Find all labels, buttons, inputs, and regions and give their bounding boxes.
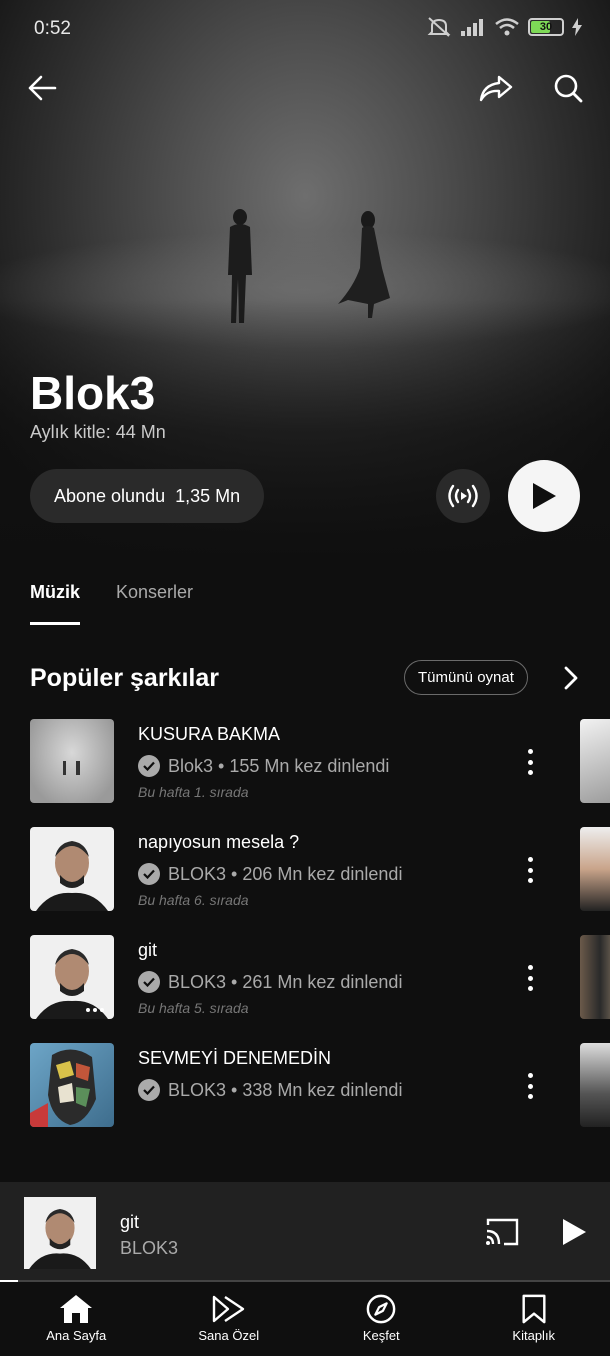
tab-music[interactable]: Müzik: [30, 582, 81, 625]
verified-icon: [138, 863, 160, 885]
bottom-navigation: Ana Sayfa Sana Özel Keşfet Kitaplık: [0, 1282, 610, 1356]
mute-icon: [427, 17, 451, 37]
track-row[interactable]: napıyosun mesela ? BLOK3 • 206 Mn kez di…: [30, 827, 610, 913]
track-thumbnail: [30, 827, 114, 911]
cast-icon: [486, 1218, 519, 1246]
track-thumbnail: [30, 719, 114, 803]
share-icon: [479, 75, 513, 102]
subscriber-count: 1,35 Mn: [175, 485, 241, 506]
nav-samples[interactable]: Sana Özel: [153, 1282, 306, 1356]
track-stats: BLOK3 • 338 Mn kez dinlendi: [168, 1079, 403, 1100]
nav-home[interactable]: Ana Sayfa: [0, 1282, 153, 1356]
play-all-button[interactable]: Tümünü oynat: [404, 660, 528, 695]
tab-concerts[interactable]: Konserler: [116, 582, 193, 625]
more-options-button[interactable]: [520, 749, 540, 775]
track-title: SEVMEYİ DENEMEDİN: [138, 1048, 332, 1068]
track-meta: BLOK3 • 206 Mn kez dinlendi: [138, 863, 402, 885]
status-bar: 0:52 30: [0, 0, 610, 60]
charging-icon: [572, 18, 582, 36]
nav-label: Ana Sayfa: [46, 1328, 107, 1343]
portrait-art: [36, 841, 108, 911]
track-thumbnail: [30, 1043, 114, 1127]
verified-icon: [138, 1079, 160, 1101]
fog-layer: [0, 230, 610, 350]
cast-button[interactable]: [480, 1210, 524, 1254]
play-icon: [533, 483, 556, 509]
track-rank: Bu hafta 1. sırada: [138, 784, 249, 800]
search-icon: [554, 74, 583, 103]
back-button[interactable]: [20, 66, 64, 110]
subscribe-button[interactable]: Abone olundu 1,35 Mn: [30, 469, 265, 523]
track-row[interactable]: KUSURA BAKMA Blok3 • 155 Mn kez dinlendi…: [30, 719, 610, 805]
arrow-left-icon: [28, 75, 57, 101]
artist-name: Blok3: [30, 367, 156, 419]
compass-icon: [366, 1294, 396, 1324]
nav-explore[interactable]: Keşfet: [305, 1282, 458, 1356]
verified-icon: [138, 755, 160, 777]
track-rank: Bu hafta 6. sırada: [138, 892, 249, 908]
adjacent-card-thumbnail[interactable]: [580, 827, 610, 911]
signal-icon: [461, 19, 483, 36]
track-stats: BLOK3 • 206 Mn kez dinlendi: [168, 863, 403, 884]
track-title: KUSURA BAKMA: [138, 724, 281, 744]
track-title: git: [138, 940, 158, 960]
nav-label: Keşfet: [362, 1328, 400, 1343]
battery-icon: 30: [528, 18, 564, 36]
now-playing-thumbnail: [24, 1197, 96, 1269]
track-rank: Bu hafta 5. sırada: [138, 1000, 249, 1016]
samples-icon: [212, 1295, 244, 1323]
more-options-button[interactable]: [520, 1073, 540, 1099]
verified-icon: [138, 971, 160, 993]
abstract-face-art: [30, 1049, 96, 1127]
play-artist-button[interactable]: [508, 460, 580, 532]
mini-play-button[interactable]: [552, 1210, 596, 1254]
figure-woman: [338, 211, 390, 318]
monthly-listeners: Aylık kitle: 44 Mn: [30, 422, 166, 442]
status-icons: 30: [426, 16, 582, 38]
play-icon: [563, 1219, 586, 1245]
more-options-button[interactable]: [520, 857, 540, 883]
track-thumbnail: [30, 935, 114, 1019]
section-title: Popüler şarkılar: [30, 664, 219, 692]
bookmark-icon: [522, 1294, 546, 1324]
portrait-art: [36, 949, 108, 1019]
wifi-icon: [495, 18, 519, 36]
subscribe-label: Abone olundu: [54, 485, 166, 506]
portrait-art: [24, 1197, 96, 1269]
adjacent-card-thumbnail[interactable]: [580, 935, 610, 1019]
track-meta: Blok3 • 155 Mn kez dinlendi: [138, 755, 389, 777]
mini-player[interactable]: git BLOK3: [0, 1182, 610, 1282]
track-stats: Blok3 • 155 Mn kez dinlendi: [168, 755, 390, 776]
track-title: napıyosun mesela ?: [138, 832, 300, 852]
battery-level: 30: [539, 21, 553, 33]
status-time: 0:52: [34, 18, 71, 39]
adjacent-card-thumbnail[interactable]: [580, 719, 610, 803]
broadcast-icon: [448, 484, 478, 508]
track-row[interactable]: SEVMEYİ DENEMEDİN BLOK3 • 338 Mn kez din…: [30, 1043, 610, 1129]
fog-figures-art: [63, 761, 80, 775]
track-meta: BLOK3 • 261 Mn kez dinlendi: [138, 971, 402, 993]
nav-library[interactable]: Kitaplık: [458, 1282, 610, 1356]
now-playing-title: git: [120, 1212, 140, 1232]
search-button[interactable]: [546, 66, 590, 110]
track-stats: BLOK3 • 261 Mn kez dinlendi: [168, 971, 403, 992]
radio-button[interactable]: [436, 469, 490, 523]
figure-man: [228, 209, 252, 323]
track-meta: BLOK3 • 338 Mn kez dinlendi: [138, 1079, 402, 1101]
chevron-right-icon: [564, 666, 578, 690]
nav-label: Kitaplık: [512, 1328, 556, 1343]
home-icon: [60, 1295, 93, 1323]
artist-tabs: Müzik Konserler: [30, 582, 193, 625]
track-row[interactable]: git BLOK3 • 261 Mn kez dinlendi Bu hafta…: [30, 935, 610, 1021]
adjacent-card-thumbnail[interactable]: [580, 1043, 610, 1127]
nav-label: Sana Özel: [198, 1328, 260, 1343]
now-playing-artist: BLOK3: [120, 1238, 179, 1258]
more-songs-button[interactable]: [558, 665, 584, 696]
share-button[interactable]: [474, 66, 518, 110]
more-options-button[interactable]: [520, 965, 540, 991]
